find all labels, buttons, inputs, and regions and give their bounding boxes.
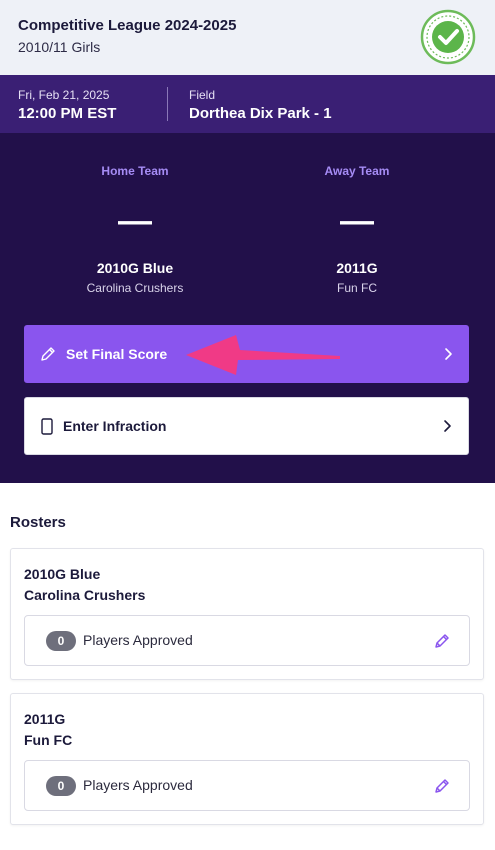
roster-card: 2011G Fun FC 0 Players Approved [10, 693, 484, 825]
chevron-right-icon [445, 348, 452, 360]
edit-pencil-icon[interactable] [434, 778, 450, 794]
approved-count-badge: 0 [46, 631, 76, 651]
set-final-score-label: Set Final Score [66, 346, 168, 362]
away-score: — [340, 202, 374, 240]
chevron-right-icon [444, 420, 451, 432]
roster-team-club: Carolina Crushers [24, 587, 146, 603]
approved-status-text: Players Approved [83, 777, 193, 793]
home-team-label: Home Team [101, 164, 169, 178]
away-team-club: Fun FC [336, 281, 377, 295]
players-approved-row[interactable]: 0 Players Approved [24, 760, 470, 811]
roster-card: 2010G Blue Carolina Crushers 0 Players A… [10, 548, 484, 680]
set-final-score-button[interactable]: Set Final Score [24, 325, 469, 383]
match-time: 12:00 PM EST [18, 105, 117, 122]
rosters-heading: Rosters [10, 514, 66, 531]
roster-team-name: 2010G Blue [24, 566, 101, 582]
pencil-icon [41, 347, 55, 361]
away-team-label: Away Team [324, 164, 390, 178]
away-team-name: 2011G [336, 260, 378, 276]
home-score: — [118, 202, 152, 240]
match-panel: Home Team — 2010G Blue Carolina Crushers… [0, 133, 495, 483]
roster-team-club: Fun FC [24, 732, 73, 748]
field-label: Field [189, 88, 216, 102]
home-team-name: 2010G Blue [96, 260, 174, 276]
enter-infraction-label: Enter Infraction [63, 418, 167, 434]
roster-team-name: 2011G [24, 711, 66, 727]
phone-card-icon [41, 418, 53, 435]
approved-check-seal-icon [420, 9, 476, 65]
home-team-club: Carolina Crushers [86, 281, 184, 295]
approved-count-badge: 0 [46, 776, 76, 796]
info-divider [167, 87, 168, 121]
enter-infraction-button[interactable]: Enter Infraction [24, 397, 469, 455]
match-info-bar: Fri, Feb 21, 2025 12:00 PM EST Field Dor… [0, 75, 495, 133]
match-date: Fri, Feb 21, 2025 [18, 88, 110, 102]
players-approved-row[interactable]: 0 Players Approved [24, 615, 470, 666]
page-header: Competitive League 2024-2025 2010/11 Gir… [0, 0, 495, 75]
approved-status-text: Players Approved [83, 632, 193, 648]
edit-pencil-icon[interactable] [434, 633, 450, 649]
field-value: Dorthea Dix Park - 1 [189, 105, 332, 122]
division-subtitle: 2010/11 Girls [18, 39, 101, 55]
league-title: Competitive League 2024-2025 [18, 17, 237, 34]
